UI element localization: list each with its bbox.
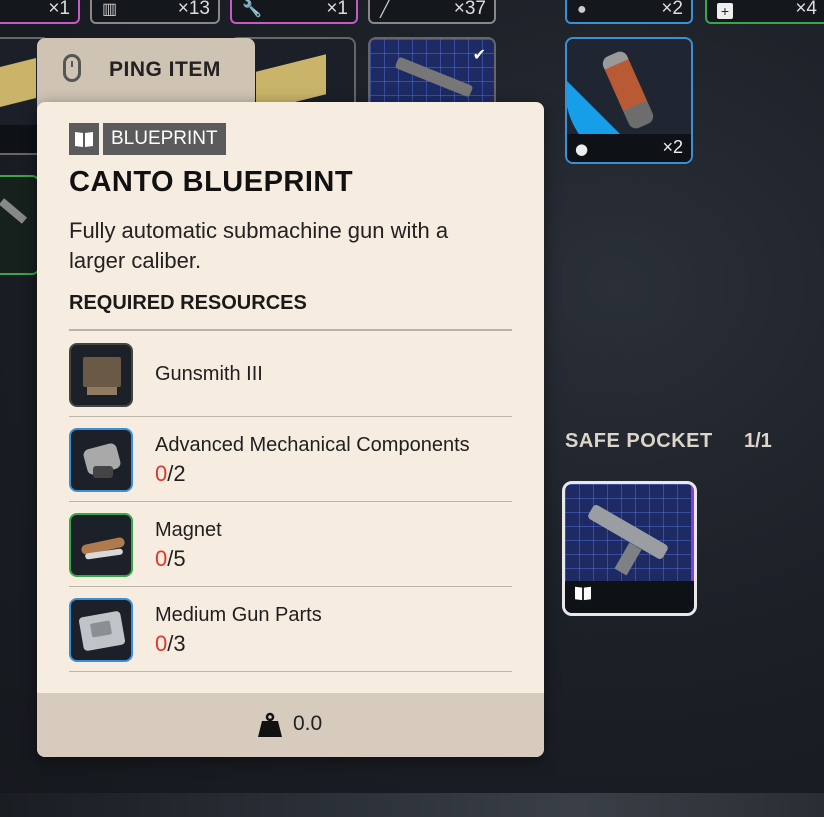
resource-need: /5 bbox=[167, 546, 186, 571]
resource-name: Advanced Mechanical Components bbox=[155, 434, 470, 456]
slot-count: ×2 bbox=[662, 137, 683, 157]
resource-row: Gunsmith III bbox=[69, 331, 512, 417]
grenade-icon: ● bbox=[577, 1, 587, 18]
ping-item-label: PING ITEM bbox=[109, 58, 221, 81]
item-description: Fully automatic submachine gun with a la… bbox=[69, 218, 449, 273]
checkmark-icon: ✔ bbox=[472, 45, 486, 64]
blueprint-book-icon bbox=[69, 123, 99, 155]
safe-pocket-label: SAFE POCKET bbox=[565, 430, 713, 452]
resource-need: /2 bbox=[167, 461, 186, 486]
grenade-image bbox=[600, 49, 656, 131]
item-tooltip: BLUEPRINT CANTO BLUEPRINT Fully automati… bbox=[37, 102, 544, 757]
category-label: BLUEPRINT bbox=[103, 123, 226, 155]
resource-have: 0 bbox=[155, 631, 168, 656]
mechanical-components-icon bbox=[69, 428, 133, 492]
item-title: CANTO BLUEPRINT bbox=[69, 166, 354, 198]
category-badge: BLUEPRINT bbox=[69, 123, 226, 155]
resource-quantity: 0/3 bbox=[155, 631, 186, 657]
ammo-icon: ▥ bbox=[102, 1, 118, 18]
slot-count: ×4 bbox=[795, 0, 817, 19]
inventory-slot-1[interactable]: ×1 bbox=[0, 0, 80, 24]
safe-pocket-count: 1/1 bbox=[744, 430, 772, 452]
safe-pocket-slot[interactable] bbox=[562, 481, 697, 616]
resource-row: Advanced Mechanical Components 0/2 bbox=[69, 416, 512, 502]
gun-image bbox=[394, 56, 474, 98]
medkit-icon: + bbox=[717, 3, 733, 19]
blueprint-book-icon bbox=[574, 585, 592, 605]
inventory-slot-4[interactable]: ╱ ×37 bbox=[368, 0, 496, 24]
weight-value: 0.0 bbox=[293, 712, 323, 735]
resource-name: Medium Gun Parts bbox=[155, 604, 322, 626]
ping-item-button[interactable]: PING ITEM bbox=[37, 38, 255, 110]
grenade-icon: ● bbox=[575, 140, 589, 158]
resource-quantity: 0/2 bbox=[155, 461, 186, 487]
inventory-slot-3[interactable]: 🔧 ×1 bbox=[230, 0, 358, 24]
tooltip-footer: 0.0 bbox=[37, 693, 544, 757]
inventory-slot-grenade[interactable]: ● ×2 bbox=[565, 37, 693, 164]
gunsmith-bench-icon bbox=[69, 343, 133, 407]
slot-count: ×1 bbox=[48, 0, 70, 19]
resource-need: /3 bbox=[167, 631, 186, 656]
required-resources-heading: REQUIRED RESOURCES bbox=[69, 292, 307, 314]
syringe-icon: ╱ bbox=[380, 1, 390, 18]
gun-parts-case-icon bbox=[69, 598, 133, 662]
slot-count: ×13 bbox=[177, 0, 210, 19]
resource-name: Gunsmith III bbox=[155, 363, 263, 385]
slot-count: ×1 bbox=[326, 0, 348, 19]
slot-count: ×2 bbox=[661, 0, 683, 19]
resource-name: Magnet bbox=[155, 519, 222, 541]
weight-icon bbox=[258, 712, 282, 737]
resource-have: 0 bbox=[155, 461, 168, 486]
resource-row: Medium Gun Parts 0/3 bbox=[69, 586, 512, 672]
inventory-slot-5[interactable]: ● ×2 bbox=[565, 0, 693, 24]
inventory-slot-6[interactable]: + ×4 bbox=[705, 0, 824, 24]
resource-quantity: 0/5 bbox=[155, 546, 186, 572]
wrench-icon: 🔧 bbox=[242, 1, 262, 18]
resource-have: 0 bbox=[155, 546, 168, 571]
bottom-bar bbox=[0, 793, 824, 817]
mouse-icon bbox=[63, 54, 81, 82]
magnet-icon bbox=[69, 513, 133, 577]
inventory-slot-weapon-left[interactable] bbox=[0, 175, 40, 275]
slot-count: ×37 bbox=[453, 0, 486, 19]
resource-row: Magnet 0/5 bbox=[69, 501, 512, 587]
inventory-slot-2[interactable]: ▥ ×13 bbox=[90, 0, 220, 24]
